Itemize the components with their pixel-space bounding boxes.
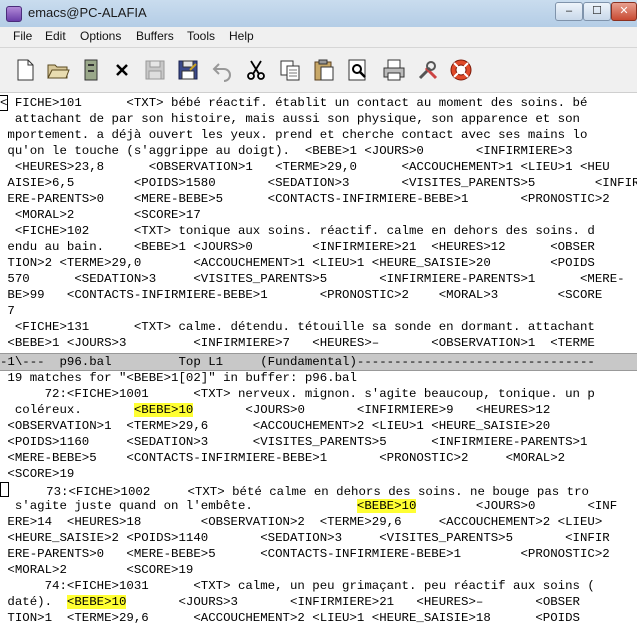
occur-line-13[interactable]: daté). <BEBE>10 <JOURS>3 <INFIRMIERE>21 … — [0, 594, 580, 610]
match-highlight: <BEBE>10 — [356, 499, 417, 513]
occur-line-12[interactable]: 74:<FICHE>1031 <TXT> calme, un peu grima… — [0, 578, 595, 594]
occur-header: 19 matches for "<BEBE>1[02]" in buffer: … — [0, 371, 357, 385]
cut-icon[interactable] — [244, 58, 268, 82]
window-title: emacs@PC-ALAFIA — [28, 5, 147, 20]
occur-line-8[interactable]: ERE>14 <HEURES>18 <OBSERVATION>2 <TERME>… — [0, 514, 602, 530]
copy-icon[interactable] — [278, 58, 302, 82]
occur-line-3[interactable]: <POIDS>1160 <SEDATION>3 <VISITES_PARENTS… — [0, 434, 587, 450]
paste-icon[interactable] — [311, 58, 335, 82]
top-line-13: 7 — [0, 304, 15, 318]
print-icon[interactable] — [382, 58, 406, 82]
menu-edit[interactable]: Edit — [45, 29, 66, 43]
top-line-12: BE>99 <CONTACTS-INFIRMIERE-BEBE>1 <PRONO… — [0, 288, 603, 302]
title-bar: emacs@PC-ALAFIA – ☐ ✕ — [0, 0, 637, 28]
top-line-9: endu au bain. <BEBE>1 <JOURS>0 <INFIRMIE… — [0, 240, 595, 254]
occur-line-0[interactable]: 72:<FICHE>1001 <TXT> nerveux. mignon. s'… — [0, 386, 595, 402]
occur-line-6[interactable]: 73:<FICHE>1002 <TXT> bété calme en dehor… — [0, 482, 589, 499]
occur-line-9[interactable]: <HEURE_SAISIE>2 <POIDS>1140 <SEDATION>3 … — [0, 530, 609, 546]
menu-tools[interactable]: Tools — [187, 29, 215, 43]
occur-line-7[interactable]: s'agite juste quand on l'embête. <BEBE>1… — [0, 498, 617, 514]
top-line-2: mportement. a déjà ouvert les yeux. pren… — [0, 128, 588, 142]
occur-line-4[interactable]: <MERE-BEBE>5 <CONTACTS-INFIRMIERE-BEBE>1… — [0, 450, 565, 466]
top-line-8: <FICHE>102 <TXT> tonique aux soins. réac… — [0, 224, 595, 238]
maximize-button[interactable]: ☐ — [583, 2, 611, 21]
menu-buffers[interactable]: Buffers — [136, 29, 174, 43]
undo-icon[interactable] — [211, 58, 235, 82]
top-line-3: qu'on le touche (s'aggrippe au doigt). <… — [0, 144, 573, 158]
minimize-button[interactable]: – — [555, 2, 583, 21]
occur-buffer-pane[interactable]: 19 matches for "<BEBE>1[02]" in buffer: … — [0, 370, 637, 625]
search-icon[interactable] — [346, 58, 370, 82]
top-line-6: ERE-PARENTS>0 <MERE-BEBE>5 <CONTACTS-INF… — [0, 192, 610, 206]
occur-line-5[interactable]: <SCORE>19 — [0, 466, 74, 482]
top-line-14: <FICHE>131 <TXT> calme. détendu. tétouil… — [0, 320, 595, 334]
occur-line-2[interactable]: <OBSERVATION>1 <TERME>29,6 <ACCOUCHEMENT… — [0, 418, 550, 434]
close-button[interactable]: ✕ — [611, 2, 637, 21]
save-as-icon[interactable] — [176, 58, 200, 82]
top-line-11: 570 <SEDATION>3 <VISITES_PARENTS>5 <INFI… — [0, 272, 625, 286]
menu-options[interactable]: Options — [80, 29, 121, 43]
top-line-1: attachant de par son histoire, mais auss… — [0, 112, 580, 126]
occur-line-14[interactable]: TION>1 <TERME>29,6 <ACCOUCHEMENT>2 <LIEU… — [0, 610, 580, 626]
open-folder-icon[interactable] — [46, 58, 70, 82]
top-line-7: <MORAL>2 <SCORE>17 — [0, 208, 201, 222]
occur-line-1[interactable]: coléreux. <BEBE>10 <JOURS>0 <INFIRMIERE>… — [0, 402, 550, 418]
occur-line-10[interactable]: ERE-PARENTS>0 <MERE-BEBE>5 <CONTACTS-INF… — [0, 546, 609, 562]
new-file-icon[interactable] — [13, 58, 37, 82]
close-buffer-icon[interactable] — [110, 58, 134, 82]
top-mode-line: -1\--- p96.bal Top L1 (Fundamental)-----… — [0, 353, 637, 371]
top-line-10: TION>2 <TERME>29,0 <ACCOUCHEMENT>1 <LIEU… — [0, 256, 595, 270]
occur-line-11[interactable]: <MORAL>2 <SCORE>19 — [0, 562, 193, 578]
top-line-5: AISIE>6,5 <POIDS>1580 <SEDATION>3 <VISIT… — [0, 176, 637, 190]
emacs-app-icon — [6, 6, 22, 22]
tool-bar — [0, 48, 637, 93]
top-line-0: < FICHE>101 <TXT> bébé réactif. établit … — [0, 95, 588, 111]
menu-help[interactable]: Help — [229, 29, 254, 43]
menu-file[interactable]: File — [13, 29, 32, 43]
save-icon — [145, 60, 165, 80]
menu-bar: File Edit Options Buffers Tools Help — [0, 27, 637, 48]
hollow-cursor — [0, 482, 9, 497]
preferences-icon[interactable] — [416, 58, 440, 82]
top-line-15: <BEBE>1 <JOURS>3 <INFIRMIERE>7 <HEURES>–… — [0, 336, 595, 350]
match-highlight: <BEBE>10 — [133, 403, 194, 417]
match-highlight: <BEBE>10 — [66, 595, 127, 609]
top-line-4: <HEURES>23,8 <OBSERVATION>1 <TERME>29,0 … — [0, 160, 610, 174]
help-icon[interactable] — [449, 58, 473, 82]
open-directory-icon[interactable] — [79, 58, 103, 82]
top-buffer-pane[interactable]: < FICHE>101 <TXT> bébé réactif. établit … — [0, 93, 637, 350]
